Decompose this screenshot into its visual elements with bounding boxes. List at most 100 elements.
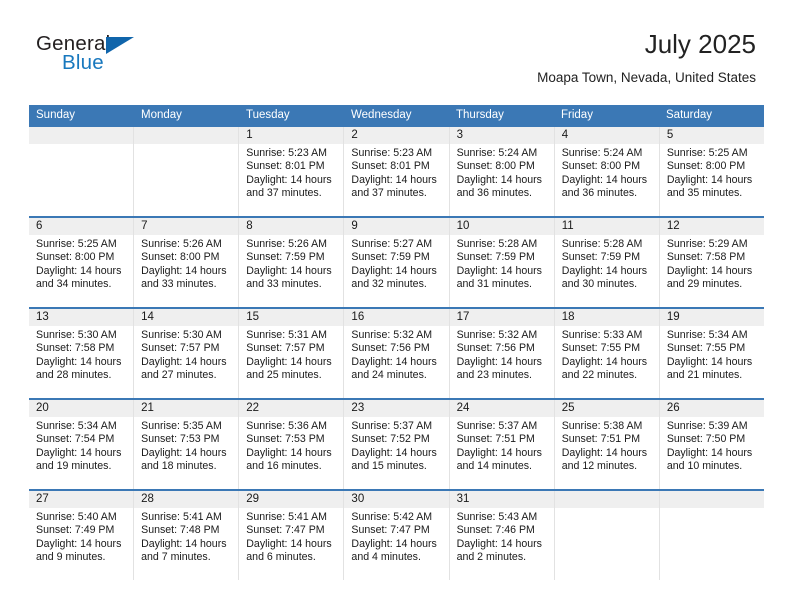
day-cell[interactable]: Sunrise: 5:26 AM Sunset: 8:00 PM Dayligh… xyxy=(133,235,238,307)
sunrise-text: Sunrise: 5:25 AM xyxy=(666,147,748,159)
day-cell[interactable]: Sunrise: 5:38 AM Sunset: 7:51 PM Dayligh… xyxy=(553,417,659,489)
daylight-text-line1: Daylight: 14 hours xyxy=(666,173,753,186)
day-number[interactable]: 5 xyxy=(658,127,764,144)
sunrise-text: Sunrise: 5:32 AM xyxy=(351,329,433,341)
sunrise-text: Sunrise: 5:39 AM xyxy=(666,420,748,432)
day-number[interactable]: 18 xyxy=(553,309,659,326)
daylight-text-line1: Daylight: 14 hours xyxy=(456,537,542,550)
day-number[interactable]: 23 xyxy=(343,400,448,417)
day-cell[interactable]: Sunrise: 5:32 AM Sunset: 7:56 PM Dayligh… xyxy=(448,326,554,398)
sunrise-text: Sunrise: 5:30 AM xyxy=(141,329,222,341)
day-number[interactable]: 21 xyxy=(133,400,238,417)
day-cell[interactable] xyxy=(133,144,238,216)
day-cell[interactable]: Sunrise: 5:37 AM Sunset: 7:52 PM Dayligh… xyxy=(343,417,448,489)
page-header: General Blue July 2025 Moapa Town, Nevad… xyxy=(0,0,792,100)
sunrise-text: Sunrise: 5:42 AM xyxy=(351,511,433,523)
day-number[interactable]: 2 xyxy=(343,127,448,144)
week-date-number-row: 1 2 3 4 5 xyxy=(29,127,764,144)
day-cell[interactable]: Sunrise: 5:24 AM Sunset: 8:00 PM Dayligh… xyxy=(553,144,659,216)
calendar-week-row: 13 14 15 16 17 18 19 Sunrise: 5:30 AM Su… xyxy=(29,307,764,398)
day-number[interactable]: 24 xyxy=(448,400,554,417)
day-number[interactable]: 15 xyxy=(238,309,343,326)
daylight-text-line2: and 10 minutes. xyxy=(666,460,743,473)
day-cell[interactable]: Sunrise: 5:32 AM Sunset: 7:56 PM Dayligh… xyxy=(343,326,448,398)
day-cell[interactable]: Sunrise: 5:25 AM Sunset: 8:00 PM Dayligh… xyxy=(29,235,133,307)
day-number[interactable]: 31 xyxy=(448,491,554,508)
day-number[interactable]: 4 xyxy=(553,127,659,144)
day-number[interactable]: 26 xyxy=(658,400,764,417)
day-number[interactable]: 10 xyxy=(448,218,554,235)
daylight-text-line1: Daylight: 14 hours xyxy=(561,264,648,277)
title-block: July 2025 Moapa Town, Nevada, United Sta… xyxy=(537,28,756,86)
day-cell[interactable]: Sunrise: 5:35 AM Sunset: 7:53 PM Dayligh… xyxy=(133,417,238,489)
daylight-text-line1: Daylight: 14 hours xyxy=(141,355,227,368)
day-number[interactable] xyxy=(553,491,659,508)
day-cell[interactable]: Sunrise: 5:33 AM Sunset: 7:55 PM Dayligh… xyxy=(553,326,659,398)
day-cell[interactable]: Sunrise: 5:42 AM Sunset: 7:47 PM Dayligh… xyxy=(343,508,448,580)
day-number[interactable]: 6 xyxy=(29,218,133,235)
day-cell[interactable]: Sunrise: 5:39 AM Sunset: 7:50 PM Dayligh… xyxy=(658,417,764,489)
daylight-text-line1: Daylight: 14 hours xyxy=(456,173,542,186)
sunset-text: Sunset: 7:59 PM xyxy=(351,251,430,264)
daylight-text-line2: and 9 minutes. xyxy=(36,551,106,564)
sunset-text: Sunset: 7:58 PM xyxy=(36,342,115,355)
day-cell[interactable]: Sunrise: 5:24 AM Sunset: 8:00 PM Dayligh… xyxy=(448,144,554,216)
sunrise-text: Sunrise: 5:31 AM xyxy=(246,329,327,341)
day-cell[interactable]: Sunrise: 5:28 AM Sunset: 7:59 PM Dayligh… xyxy=(553,235,659,307)
day-cell[interactable] xyxy=(658,508,764,580)
day-cell[interactable]: Sunrise: 5:37 AM Sunset: 7:51 PM Dayligh… xyxy=(448,417,554,489)
day-cell[interactable]: Sunrise: 5:28 AM Sunset: 7:59 PM Dayligh… xyxy=(448,235,554,307)
day-number[interactable]: 3 xyxy=(448,127,554,144)
day-cell[interactable]: Sunrise: 5:23 AM Sunset: 8:01 PM Dayligh… xyxy=(343,144,448,216)
day-number[interactable]: 14 xyxy=(133,309,238,326)
day-number[interactable]: 12 xyxy=(658,218,764,235)
day-number[interactable]: 13 xyxy=(29,309,133,326)
day-cell[interactable]: Sunrise: 5:43 AM Sunset: 7:46 PM Dayligh… xyxy=(448,508,554,580)
logo-text-blue: Blue xyxy=(62,51,104,74)
sunset-text: Sunset: 7:59 PM xyxy=(561,251,641,264)
sunset-text: Sunset: 7:55 PM xyxy=(561,342,641,355)
day-cell[interactable]: Sunrise: 5:40 AM Sunset: 7:49 PM Dayligh… xyxy=(29,508,133,580)
sunrise-text: Sunrise: 5:41 AM xyxy=(141,511,222,523)
day-cell[interactable]: Sunrise: 5:27 AM Sunset: 7:59 PM Dayligh… xyxy=(343,235,448,307)
day-cell[interactable]: Sunrise: 5:34 AM Sunset: 7:54 PM Dayligh… xyxy=(29,417,133,489)
day-header-monday: Monday xyxy=(141,109,182,121)
daylight-text-line2: and 37 minutes. xyxy=(351,187,427,200)
day-cell[interactable]: Sunrise: 5:25 AM Sunset: 8:00 PM Dayligh… xyxy=(658,144,764,216)
day-number[interactable] xyxy=(29,127,133,144)
day-number[interactable]: 9 xyxy=(343,218,448,235)
day-cell[interactable]: Sunrise: 5:31 AM Sunset: 7:57 PM Dayligh… xyxy=(238,326,343,398)
day-number[interactable]: 27 xyxy=(29,491,133,508)
day-number[interactable]: 11 xyxy=(553,218,659,235)
day-number[interactable] xyxy=(658,491,764,508)
day-number[interactable]: 17 xyxy=(448,309,554,326)
day-cell[interactable]: Sunrise: 5:23 AM Sunset: 8:01 PM Dayligh… xyxy=(238,144,343,216)
day-cell[interactable]: Sunrise: 5:36 AM Sunset: 7:53 PM Dayligh… xyxy=(238,417,343,489)
day-cell[interactable]: Sunrise: 5:30 AM Sunset: 7:57 PM Dayligh… xyxy=(133,326,238,398)
day-number[interactable]: 1 xyxy=(238,127,343,144)
day-number[interactable]: 8 xyxy=(238,218,343,235)
day-cell[interactable]: Sunrise: 5:29 AM Sunset: 7:58 PM Dayligh… xyxy=(658,235,764,307)
generalblue-logo[interactable]: General Blue xyxy=(36,33,226,83)
day-cell[interactable]: Sunrise: 5:26 AM Sunset: 7:59 PM Dayligh… xyxy=(238,235,343,307)
day-cell[interactable]: Sunrise: 5:41 AM Sunset: 7:47 PM Dayligh… xyxy=(238,508,343,580)
day-number[interactable]: 25 xyxy=(553,400,659,417)
day-number[interactable]: 22 xyxy=(238,400,343,417)
week-detail-row: Sunrise: 5:30 AM Sunset: 7:58 PM Dayligh… xyxy=(29,326,764,398)
day-cell[interactable]: Sunrise: 5:30 AM Sunset: 7:58 PM Dayligh… xyxy=(29,326,133,398)
day-number[interactable] xyxy=(133,127,238,144)
day-cell[interactable]: Sunrise: 5:34 AM Sunset: 7:55 PM Dayligh… xyxy=(658,326,764,398)
day-cell[interactable] xyxy=(29,144,133,216)
week-detail-row: Sunrise: 5:23 AM Sunset: 8:01 PM Dayligh… xyxy=(29,144,764,216)
day-number[interactable]: 30 xyxy=(343,491,448,508)
day-cell[interactable]: Sunrise: 5:41 AM Sunset: 7:48 PM Dayligh… xyxy=(133,508,238,580)
day-number[interactable]: 29 xyxy=(238,491,343,508)
day-number[interactable]: 7 xyxy=(133,218,238,235)
day-cell[interactable] xyxy=(553,508,659,580)
daylight-text-line2: and 37 minutes. xyxy=(246,187,322,200)
day-number[interactable]: 20 xyxy=(29,400,133,417)
day-number[interactable]: 19 xyxy=(658,309,764,326)
day-number[interactable]: 16 xyxy=(343,309,448,326)
sunset-text: Sunset: 7:54 PM xyxy=(36,433,115,446)
day-number[interactable]: 28 xyxy=(133,491,238,508)
